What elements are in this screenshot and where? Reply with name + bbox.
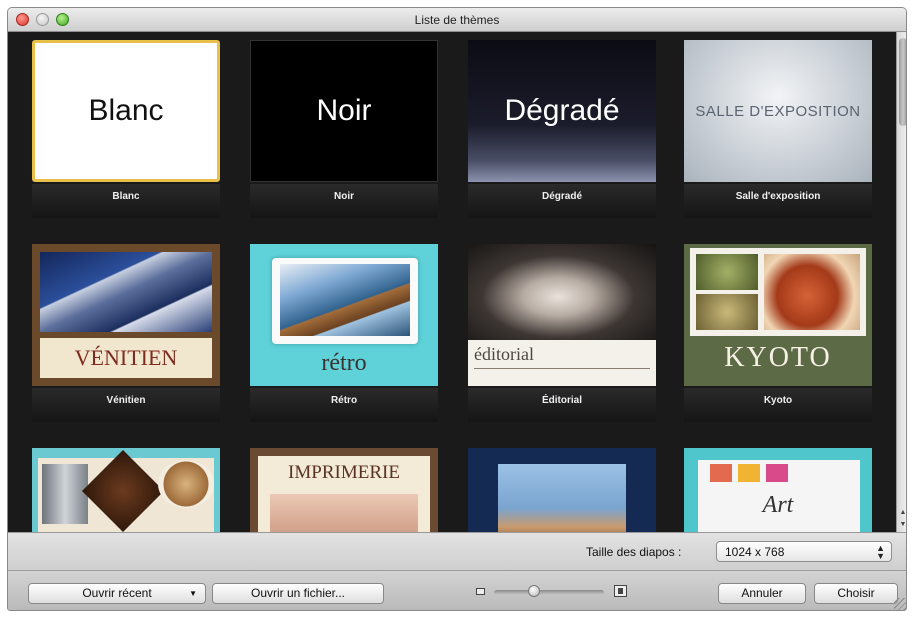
theme-label: Noir [250, 184, 438, 218]
theme-editorial[interactable]: éditorial Éditorial [468, 244, 656, 424]
thumbnail-photo [270, 494, 418, 532]
theme-thumbnail: VÉNITIEN [32, 244, 220, 386]
thumbnail-photo [158, 460, 214, 508]
thumbnail-title: Art [762, 492, 794, 518]
theme-label: Vénitien [32, 388, 220, 422]
theme-imprimerie[interactable]: IMPRIMERIE [250, 448, 438, 532]
thumbnail-title: rétro [321, 350, 367, 376]
theme-grid: Blanc Blanc Noir Noir Dégradé Dégradé SA… [8, 32, 896, 532]
dropdown-arrow-icon: ▼ [189, 589, 197, 598]
thumbnail-photo [40, 252, 212, 332]
thumbnail-photo [498, 464, 626, 532]
theme-thumbnail: SALLE D'EXPOSITION [684, 40, 872, 182]
theme-label: Rétro [250, 388, 438, 422]
theme-thumbnail: Blanc [32, 40, 220, 182]
theme-label: Salle d'exposition [684, 184, 872, 218]
open-file-button[interactable]: Ouvrir un fichier... [212, 583, 384, 604]
theme-label: Kyoto [684, 388, 872, 422]
small-thumbnail-icon[interactable] [476, 588, 485, 595]
bottom-toolbar: Ouvrir récent ▼ Ouvrir un fichier... Ann… [8, 570, 906, 610]
choose-button[interactable]: Choisir [814, 583, 898, 604]
theme-thumbnail: KYOTO [684, 244, 872, 386]
theme-kyoto[interactable]: KYOTO Kyoto [684, 244, 872, 424]
scroll-down-arrow-icon[interactable]: ▼ [897, 520, 906, 530]
theme-salle-exposition[interactable]: SALLE D'EXPOSITION Salle d'exposition [684, 40, 872, 220]
updown-arrows-icon: ▲ ▼ [876, 543, 885, 561]
slide-size-label: Taille des diapos : [586, 545, 682, 559]
theme-label: Dégradé [468, 184, 656, 218]
slide-size-select[interactable]: 1024 x 768 ▲ ▼ [716, 541, 892, 562]
cancel-button[interactable]: Annuler [718, 583, 806, 604]
theme-thumbnail: Noir [250, 40, 438, 182]
scrollbar-thumb[interactable] [899, 38, 906, 126]
theme-thumbnail: Dégradé [468, 40, 656, 182]
thumbnail-swatch [738, 464, 760, 482]
thumbnail-photo [280, 264, 410, 336]
theme-thumbnail: éditorial [468, 244, 656, 386]
vertical-scrollbar[interactable]: ▲ ▼ [896, 32, 906, 532]
slider-knob[interactable] [528, 585, 541, 597]
thumbnail-rule [474, 368, 650, 369]
theme-thumbnail: Art [684, 448, 872, 532]
theme-row3-3[interactable] [468, 448, 656, 532]
thumbnail-title: IMPRIMERIE [288, 462, 400, 483]
theme-thumbnail [32, 448, 220, 532]
thumbnail-photo [696, 254, 758, 290]
scroll-up-arrow-icon[interactable]: ▲ [897, 508, 906, 518]
theme-thumbnail: rétro [250, 244, 438, 386]
theme-degrade[interactable]: Dégradé Dégradé [468, 40, 656, 220]
theme-row3-1[interactable] [32, 448, 220, 532]
theme-venitien[interactable]: VÉNITIEN Vénitien [32, 244, 220, 424]
slide-size-value: 1024 x 768 [725, 545, 785, 559]
thumbnail-title: Noir [316, 94, 372, 127]
thumbnail-photo [696, 294, 758, 330]
theme-blanc[interactable]: Blanc Blanc [32, 40, 220, 220]
theme-art[interactable]: Art [684, 448, 872, 532]
open-recent-label: Ouvrir récent [82, 586, 152, 600]
thumbnail-swatch [710, 464, 732, 482]
thumbnail-title: KYOTO [724, 342, 832, 373]
thumbnail-size-slider[interactable] [494, 590, 604, 595]
large-thumbnail-icon[interactable] [614, 585, 627, 597]
slide-size-row: Taille des diapos : 1024 x 768 ▲ ▼ [8, 532, 906, 570]
window-title: Liste de thèmes [414, 13, 500, 27]
thumbnail-title: éditorial [474, 344, 534, 364]
thumbnail-title: VÉNITIEN [40, 338, 212, 378]
thumbnail-photo [468, 244, 656, 340]
thumbnail-title: SALLE D'EXPOSITION [695, 102, 861, 120]
thumbnail-photo [764, 254, 860, 330]
resize-grip-icon[interactable] [894, 598, 906, 610]
thumbnail-swatch [766, 464, 788, 482]
theme-label: Blanc [32, 184, 220, 218]
theme-thumbnail: IMPRIMERIE [250, 448, 438, 532]
theme-noir[interactable]: Noir Noir [250, 40, 438, 220]
title-bar: Liste de thèmes [8, 8, 906, 32]
open-recent-button[interactable]: Ouvrir récent ▼ [28, 583, 206, 604]
thumbnail-photo [42, 464, 88, 524]
thumbnail-title: Dégradé [504, 94, 620, 127]
thumbnail-title: Blanc [88, 94, 164, 127]
theme-retro[interactable]: rétro Rétro [250, 244, 438, 424]
theme-label: Éditorial [468, 388, 656, 422]
theme-chooser-window: Liste de thèmes Blanc Blanc Noir Noir Dé… [7, 7, 907, 611]
theme-thumbnail [468, 448, 656, 532]
